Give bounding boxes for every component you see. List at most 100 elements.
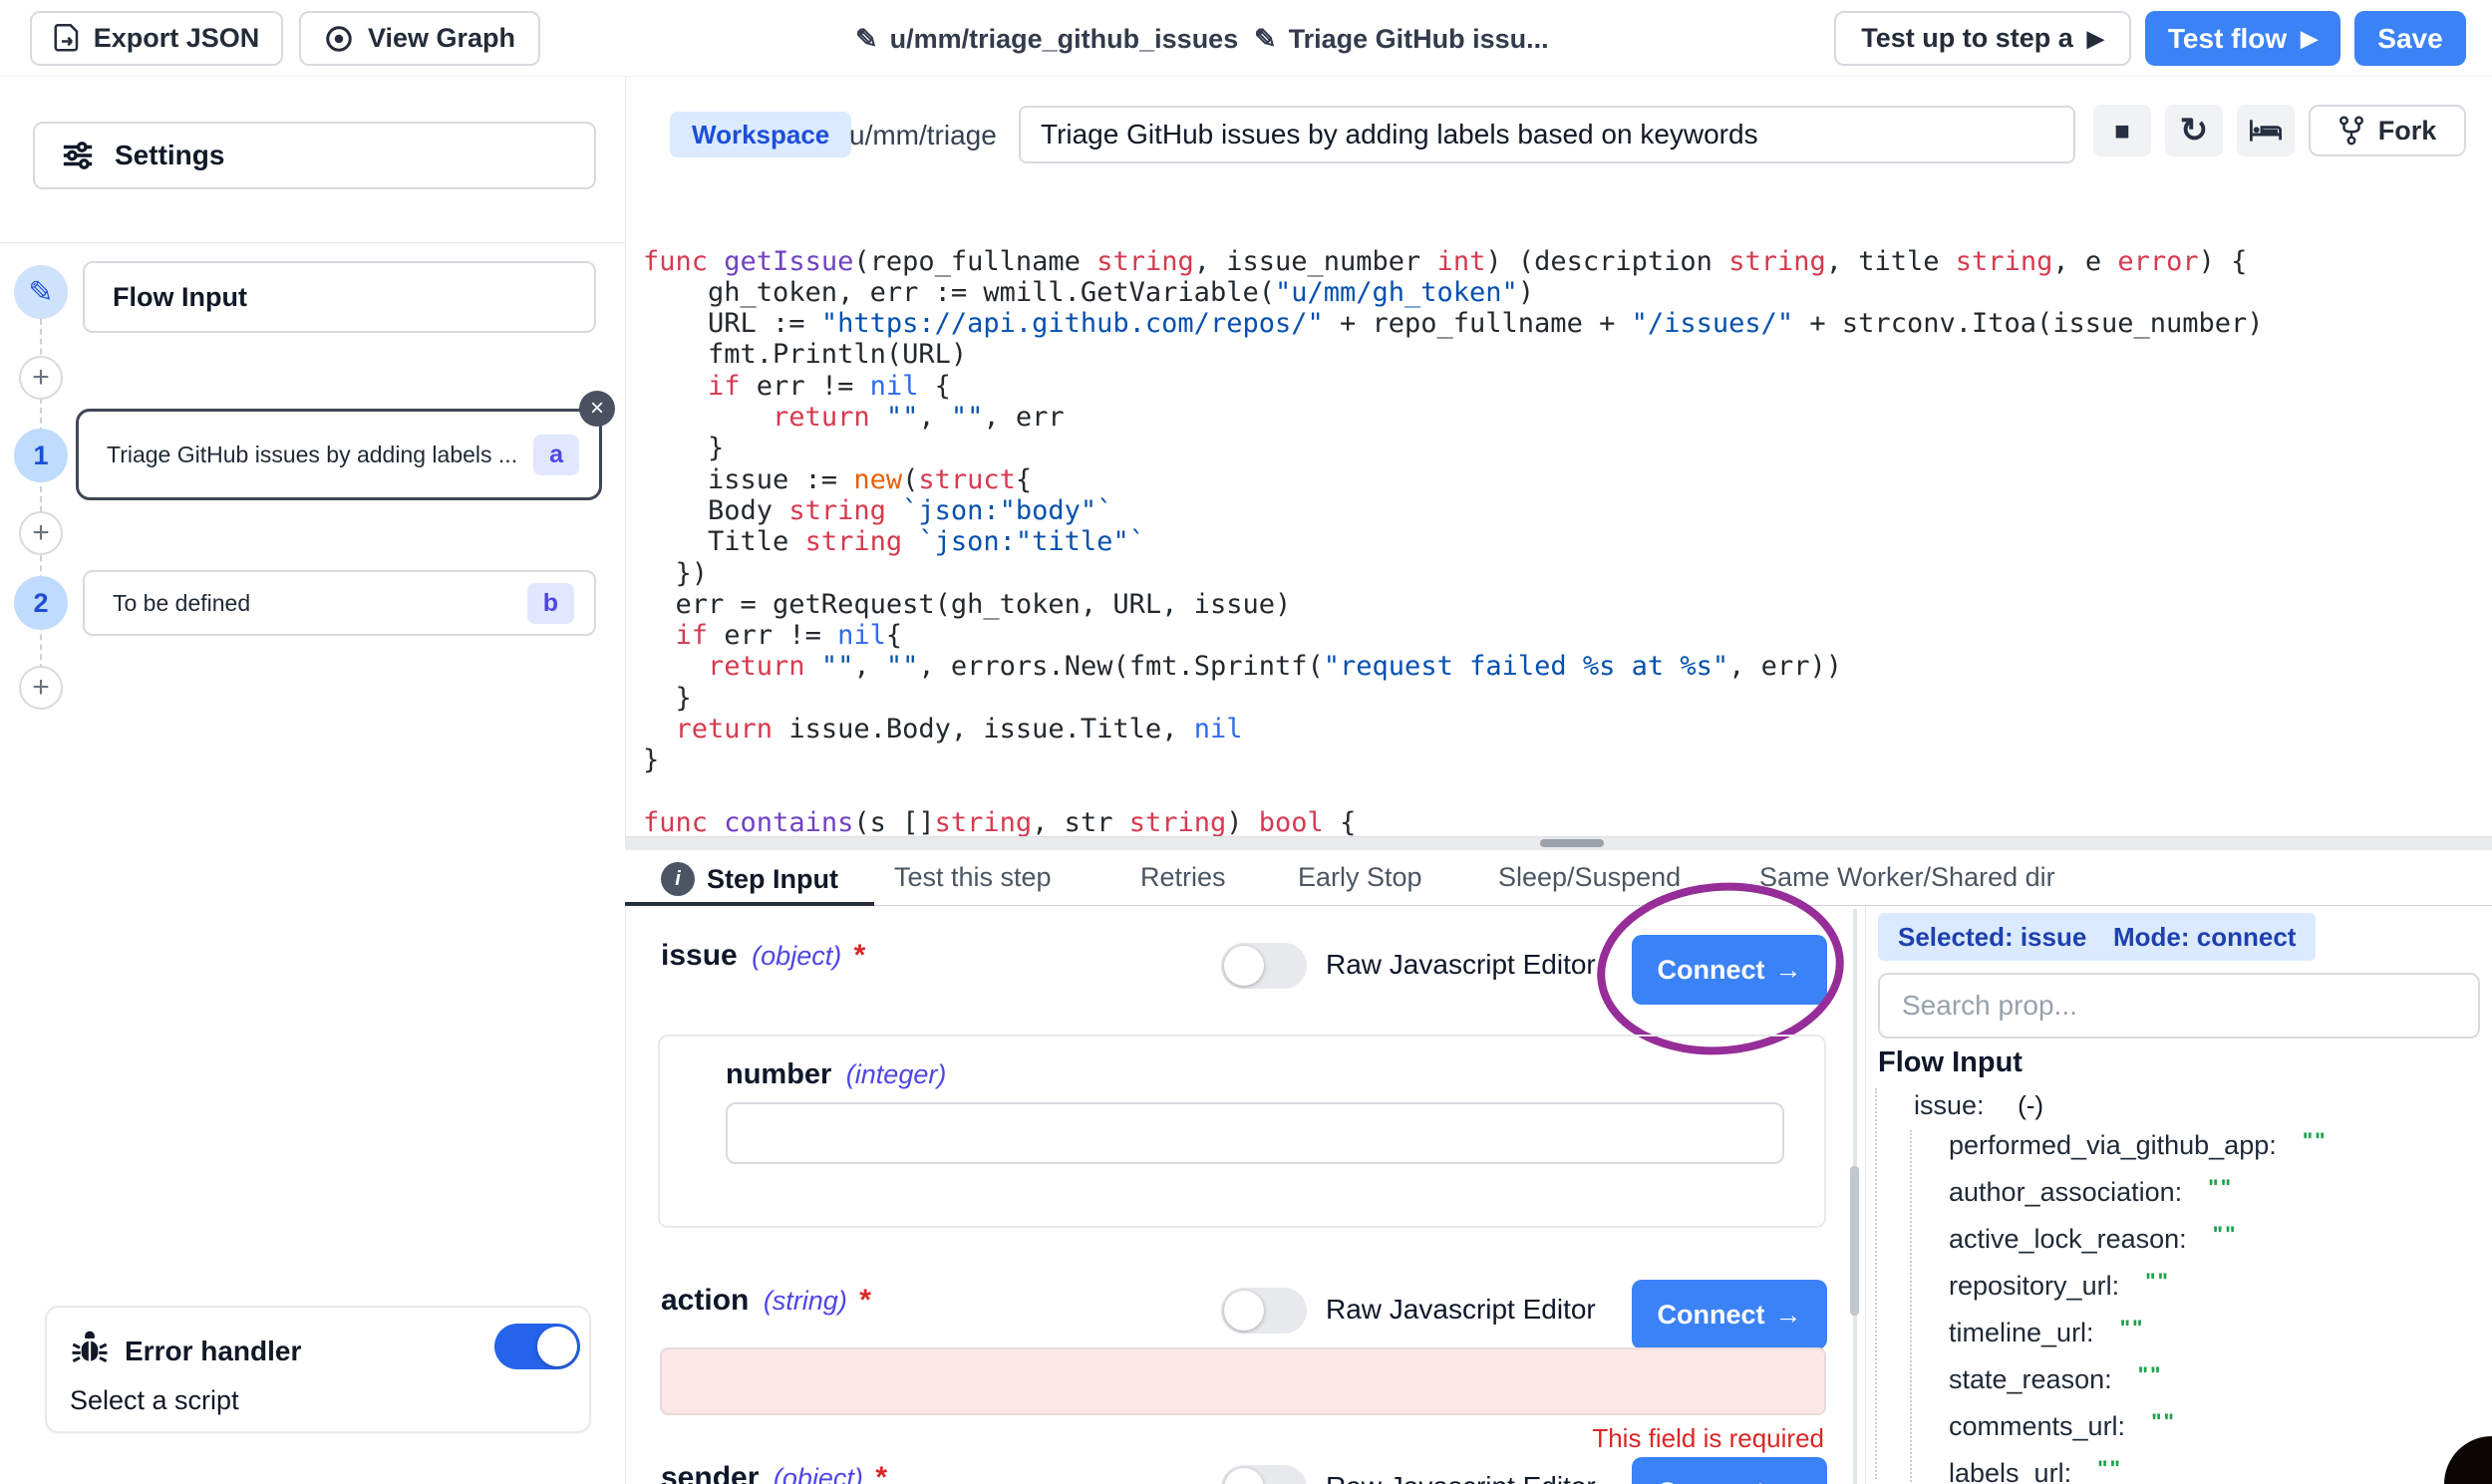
sleep-bed-icon (2250, 118, 2282, 144)
raw-js-editor-label: Raw Javascript Editor (1326, 1471, 1596, 1484)
toggle-knob (537, 1327, 577, 1366)
arrow-right-icon: → (1775, 955, 1802, 986)
connect-button-issue[interactable]: Connect → (1632, 935, 1827, 1005)
raw-js-toggle-action[interactable] (1221, 1288, 1307, 1334)
tab-retries[interactable]: Retries (1140, 862, 1226, 893)
step-node-1[interactable]: Triage GitHub issues by adding labels ..… (76, 409, 602, 500)
flow-title-text: Triage GitHub issu... (1289, 24, 1549, 55)
toggle-knob (1224, 1468, 1264, 1484)
tab-test-this-step[interactable]: Test this step (894, 862, 1052, 893)
code-horizontal-scrollbar[interactable] (1540, 839, 1604, 847)
step-tabs-bar: i Step Input Test this step Retries Earl… (625, 850, 2492, 906)
close-icon: × (590, 395, 604, 423)
remove-step-button[interactable]: × (579, 391, 615, 427)
tab-sleep-suspend[interactable]: Sleep/Suspend (1498, 862, 1681, 893)
code-line: Title string `json:"title"` (643, 526, 2467, 557)
raw-js-toggle-issue[interactable] (1221, 943, 1307, 989)
refresh-button[interactable]: ↻ (2165, 105, 2223, 156)
step-1-label: Triage GitHub issues by adding labels ..… (107, 442, 533, 468)
pencil-icon: ✎ (28, 275, 53, 310)
save-label: Save (2377, 23, 2442, 55)
tab-step-input[interactable]: i Step Input (661, 862, 838, 896)
raw-js-editor-label: Raw Javascript Editor (1326, 949, 1596, 981)
tree-item-state_reason[interactable]: state_reason:"" (1949, 1362, 2162, 1395)
tree-item-author_association[interactable]: author_association:"" (1949, 1175, 2233, 1208)
info-icon: i (661, 862, 695, 896)
code-line: }) (643, 558, 2467, 589)
raw-js-editor-label: Raw Javascript Editor (1326, 1294, 1596, 1326)
code-line: Body string `json:"body"` (643, 495, 2467, 526)
workspace-badge: Workspace (670, 112, 851, 157)
eye-icon (324, 24, 354, 54)
tab-same-worker-shared-dir[interactable]: Same Worker/Shared dir (1759, 862, 2055, 893)
flow-path-breadcrumb[interactable]: ✎ u/mm/triage_github_issues (855, 24, 1238, 55)
code-line (643, 776, 2467, 807)
test-up-to-step-button[interactable]: Test up to step a ▶ (1834, 11, 2131, 66)
stop-button[interactable]: ■ (2093, 105, 2151, 156)
stop-icon: ■ (2114, 116, 2130, 147)
add-step-button-1[interactable]: + (19, 356, 63, 400)
sleep-button[interactable] (2237, 105, 2295, 156)
refresh-icon: ↻ (2180, 111, 2209, 150)
code-line: } (643, 433, 2467, 463)
add-step-button-2[interactable]: + (19, 511, 63, 555)
code-line: return "", "", errors.New(fmt.Sprintf("r… (643, 651, 2467, 682)
tree-item-performed_via_github_app[interactable]: performed_via_github_app:"" (1949, 1128, 2328, 1161)
search-prop-input[interactable] (1878, 973, 2480, 1039)
field-label-issue: issue (object) * (661, 939, 865, 973)
tree-item-timeline_url[interactable]: timeline_url:"" (1949, 1316, 2144, 1348)
pencil-icon: ✎ (1254, 24, 1277, 55)
tree-item-repository_url[interactable]: repository_url:"" (1949, 1269, 2170, 1302)
raw-js-toggle-sender[interactable] (1221, 1465, 1307, 1484)
field-label-number: number (integer) (726, 1058, 946, 1091)
tree-item-issue[interactable]: issue: (-) (1914, 1090, 2043, 1121)
action-input-error[interactable] (660, 1347, 1826, 1415)
code-line: URL := "https://api.github.com/repos/" +… (643, 308, 2467, 339)
panel-vertical-divider (1865, 907, 1866, 1484)
sliders-icon (61, 139, 95, 172)
number-input[interactable] (726, 1102, 1784, 1164)
tree-item-labels_url[interactable]: labels_url:"" (1949, 1456, 2122, 1484)
test-flow-button[interactable]: Test flow ▶ (2145, 11, 2340, 66)
step-node-2[interactable]: To be defined b (83, 570, 596, 636)
flow-input-node[interactable]: Flow Input (83, 261, 596, 333)
flow-input-pencil-badge[interactable]: ✎ (14, 265, 68, 319)
tree-item-comments_url[interactable]: comments_url:"" (1949, 1409, 2176, 1442)
tab-early-stop[interactable]: Early Stop (1298, 862, 1422, 893)
connect-button-sender[interactable]: Connect → (1632, 1457, 1827, 1484)
connect-button-action[interactable]: Connect → (1632, 1280, 1827, 1349)
add-step-button-3[interactable]: + (19, 666, 63, 710)
fork-label: Fork (2378, 116, 2437, 147)
code-line: } (643, 744, 2467, 775)
code-line: if err != nil{ (643, 620, 2467, 651)
flow-path-text: u/mm/triage_github_issues (890, 24, 1239, 55)
field-label-sender: sender (object) * (661, 1461, 887, 1484)
code-line: return "", "", err (643, 402, 2467, 433)
mode-badge: Mode: connect (2093, 913, 2316, 961)
plus-icon: + (32, 361, 50, 395)
summary-input[interactable] (1019, 106, 2075, 163)
code-line: if err != nil { (643, 371, 2467, 402)
error-handler-select-script[interactable]: Select a script (70, 1385, 239, 1416)
error-handler-toggle[interactable] (494, 1324, 580, 1369)
form-scrollbar-handle[interactable] (1850, 1166, 1859, 1316)
required-error-text: This field is required (1396, 1423, 1824, 1454)
flow-title-breadcrumb[interactable]: ✎ Triage GitHub issu... (1254, 24, 1549, 55)
fork-button[interactable]: Fork (2309, 105, 2466, 156)
settings-button[interactable]: Settings (33, 122, 596, 189)
tree-item-active_lock_reason[interactable]: active_lock_reason:"" (1949, 1222, 2238, 1255)
code-line: err = getRequest(gh_token, URL, issue) (643, 589, 2467, 620)
required-asterisk: * (875, 1461, 887, 1484)
code-editor[interactable]: func getIssue(repo_fullname string, issu… (643, 183, 2467, 932)
view-graph-button[interactable]: View Graph (299, 11, 540, 66)
code-line: func contains(s []string, str string) bo… (643, 807, 2467, 838)
step-2-label: To be defined (113, 590, 527, 617)
export-json-button[interactable]: Export JSON (30, 11, 283, 66)
active-tab-underline (625, 902, 874, 906)
arrow-right-icon: → (1775, 1477, 1802, 1484)
tree-guide-line (1875, 1088, 1877, 1479)
bug-icon (70, 1330, 110, 1369)
step-1-id-badge: a (533, 435, 579, 475)
sidebar-divider (0, 242, 625, 243)
save-button[interactable]: Save (2354, 11, 2466, 66)
